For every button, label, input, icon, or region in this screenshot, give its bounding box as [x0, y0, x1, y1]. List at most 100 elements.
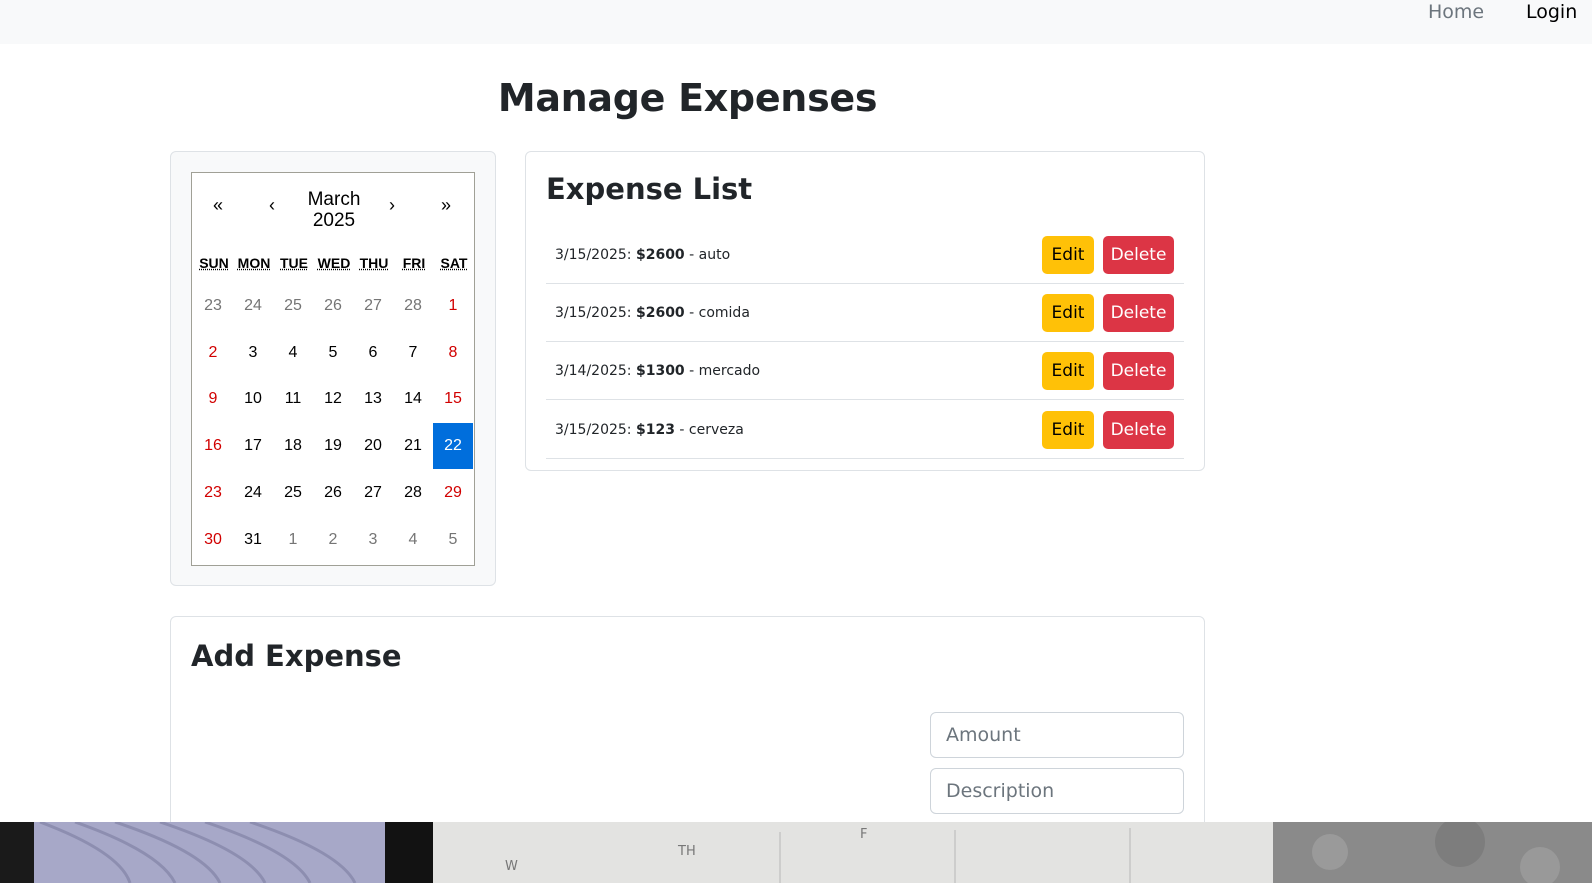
background-text-f: F	[860, 827, 867, 842]
calendar-day[interactable]: 27	[353, 470, 393, 516]
expense-date: 3/14/2025:	[555, 363, 632, 380]
calendar-day[interactable]: 29	[433, 470, 473, 516]
expense-description: - cerveza	[679, 421, 744, 438]
description-input[interactable]	[930, 768, 1184, 814]
calendar-day[interactable]: 20	[353, 423, 393, 469]
delete-expense-button[interactable]: Delete	[1103, 294, 1174, 333]
expense-amount: $2600	[635, 305, 685, 322]
expense-description: - auto	[689, 247, 731, 263]
weekday-wed: WED	[317, 255, 351, 271]
calendar-day[interactable]: 28	[393, 283, 433, 329]
calendar-day[interactable]: 9	[193, 376, 233, 422]
expense-text: 3/15/2025: $2600 - auto	[555, 226, 730, 284]
expense-description: - mercado	[689, 363, 761, 380]
calendar-day[interactable]: 11	[273, 376, 313, 422]
expense-row: 3/14/2025: $1300 - mercado Edit Delete	[546, 342, 1184, 401]
expense-text: 3/14/2025: $1300 - mercado	[555, 342, 760, 400]
delete-expense-button[interactable]: Delete	[1103, 236, 1174, 274]
expense-date: 3/15/2025:	[555, 421, 632, 438]
page-title: Manage Expenses	[497, 76, 878, 120]
calendar-day[interactable]: 4	[273, 330, 313, 376]
calendar-day[interactable]: 31	[233, 517, 273, 563]
edit-expense-button[interactable]: Edit	[1042, 410, 1094, 449]
expense-text: 3/15/2025: $2600 - comida	[555, 284, 750, 342]
calendar-day[interactable]: 14	[393, 376, 433, 422]
prev-year-button[interactable]: «	[198, 187, 238, 227]
weekday-mon: MON	[237, 255, 271, 271]
delete-expense-button[interactable]: Delete	[1103, 410, 1174, 449]
navbar: Home Login	[0, 0, 1592, 44]
calendar-day[interactable]: 23	[193, 283, 233, 329]
expense-date: 3/15/2025:	[555, 247, 632, 263]
calendar-day[interactable]: 30	[193, 517, 233, 563]
expense-list-card: Expense List 3/15/2025: $2600 - auto Edit…	[525, 151, 1205, 471]
expense-date: 3/15/2025:	[555, 305, 632, 322]
weekday-tue: TUE	[280, 255, 308, 271]
calendar-day[interactable]: 6	[353, 330, 393, 376]
add-expense-title: Add Expense	[191, 639, 402, 673]
edit-expense-button[interactable]: Edit	[1042, 352, 1094, 391]
weekday-sun: SUN	[199, 255, 229, 271]
edit-expense-button[interactable]: Edit	[1042, 294, 1094, 333]
nav-home-link[interactable]: Home	[1428, 0, 1484, 24]
calendar-day[interactable]: 16	[193, 423, 233, 469]
nav-login-link[interactable]: Login	[1526, 0, 1577, 24]
expense-row: 3/15/2025: $2600 - auto Edit Delete	[546, 226, 1184, 284]
expense-amount: $123	[635, 421, 675, 438]
background-photo-graphic: W TH F	[0, 822, 1592, 883]
calendar-day[interactable]: 25	[273, 470, 313, 516]
calendar-card: « ‹ March 2025 › » SUN MON TUE WED THU FRI SAT…	[170, 151, 496, 586]
calendar-month: March	[307, 189, 361, 210]
next-month-button[interactable]: ›	[372, 187, 412, 227]
calendar-day[interactable]: 28	[393, 470, 433, 516]
calendar-day[interactable]: 26	[313, 283, 353, 329]
background-text-w: W	[505, 859, 518, 874]
calendar-day[interactable]: 26	[313, 470, 353, 516]
expense-description: - comida	[689, 305, 750, 322]
expense-amount: $2600	[635, 247, 685, 263]
calendar-day[interactable]: 2	[313, 517, 353, 563]
calendar-month-label[interactable]: March 2025	[284, 189, 384, 231]
calendar-day[interactable]: 13	[353, 376, 393, 422]
next-year-button[interactable]: »	[426, 187, 466, 227]
expense-amount: $1300	[635, 363, 685, 380]
calendar-day[interactable]: 1	[273, 517, 313, 563]
calendar-navigation: « ‹ March 2025 › »	[192, 187, 474, 231]
calendar-day[interactable]: 19	[313, 423, 353, 469]
calendar-day[interactable]: 2	[193, 330, 233, 376]
background-photo: W TH F	[0, 822, 1592, 883]
calendar-day[interactable]: 21	[393, 423, 433, 469]
expense-list-title: Expense List	[546, 172, 753, 206]
calendar-day[interactable]: 25	[273, 283, 313, 329]
calendar-year: 2025	[312, 210, 356, 231]
calendar-day[interactable]: 24	[233, 283, 273, 329]
calendar-day[interactable]: 5	[433, 517, 473, 563]
calendar-day[interactable]: 5	[313, 330, 353, 376]
calendar-day[interactable]: 8	[433, 330, 473, 376]
calendar-day[interactable]: 1	[433, 283, 473, 329]
calendar-day[interactable]: 17	[233, 423, 273, 469]
calendar-day[interactable]: 22	[433, 423, 473, 470]
weekday-sat: SAT	[440, 255, 468, 271]
calendar-day[interactable]: 4	[393, 517, 433, 563]
weekday-fri: FRI	[402, 255, 426, 271]
expense-text: 3/15/2025: $123 - cerveza	[555, 401, 744, 459]
calendar-day[interactable]: 15	[433, 376, 473, 422]
calendar-day[interactable]: 12	[313, 376, 353, 422]
calendar-day[interactable]: 23	[193, 470, 233, 516]
add-expense-card: Add Expense	[170, 616, 1205, 856]
calendar-day[interactable]: 18	[273, 423, 313, 469]
delete-expense-button[interactable]: Delete	[1103, 352, 1174, 391]
amount-input[interactable]	[930, 712, 1184, 758]
calendar: « ‹ March 2025 › » SUN MON TUE WED THU FRI SAT…	[191, 172, 475, 566]
calendar-day[interactable]: 27	[353, 283, 393, 329]
calendar-day[interactable]: 10	[233, 376, 273, 422]
expense-row: 3/15/2025: $123 - cerveza Edit Delete	[546, 401, 1184, 459]
calendar-day[interactable]: 24	[233, 470, 273, 516]
weekday-thu: THU	[359, 255, 389, 271]
calendar-day[interactable]: 3	[353, 517, 393, 563]
calendar-day[interactable]: 7	[393, 330, 433, 376]
calendar-day[interactable]: 3	[233, 330, 273, 376]
edit-expense-button[interactable]: Edit	[1042, 236, 1094, 274]
expense-row: 3/15/2025: $2600 - comida Edit Delete	[546, 284, 1184, 343]
